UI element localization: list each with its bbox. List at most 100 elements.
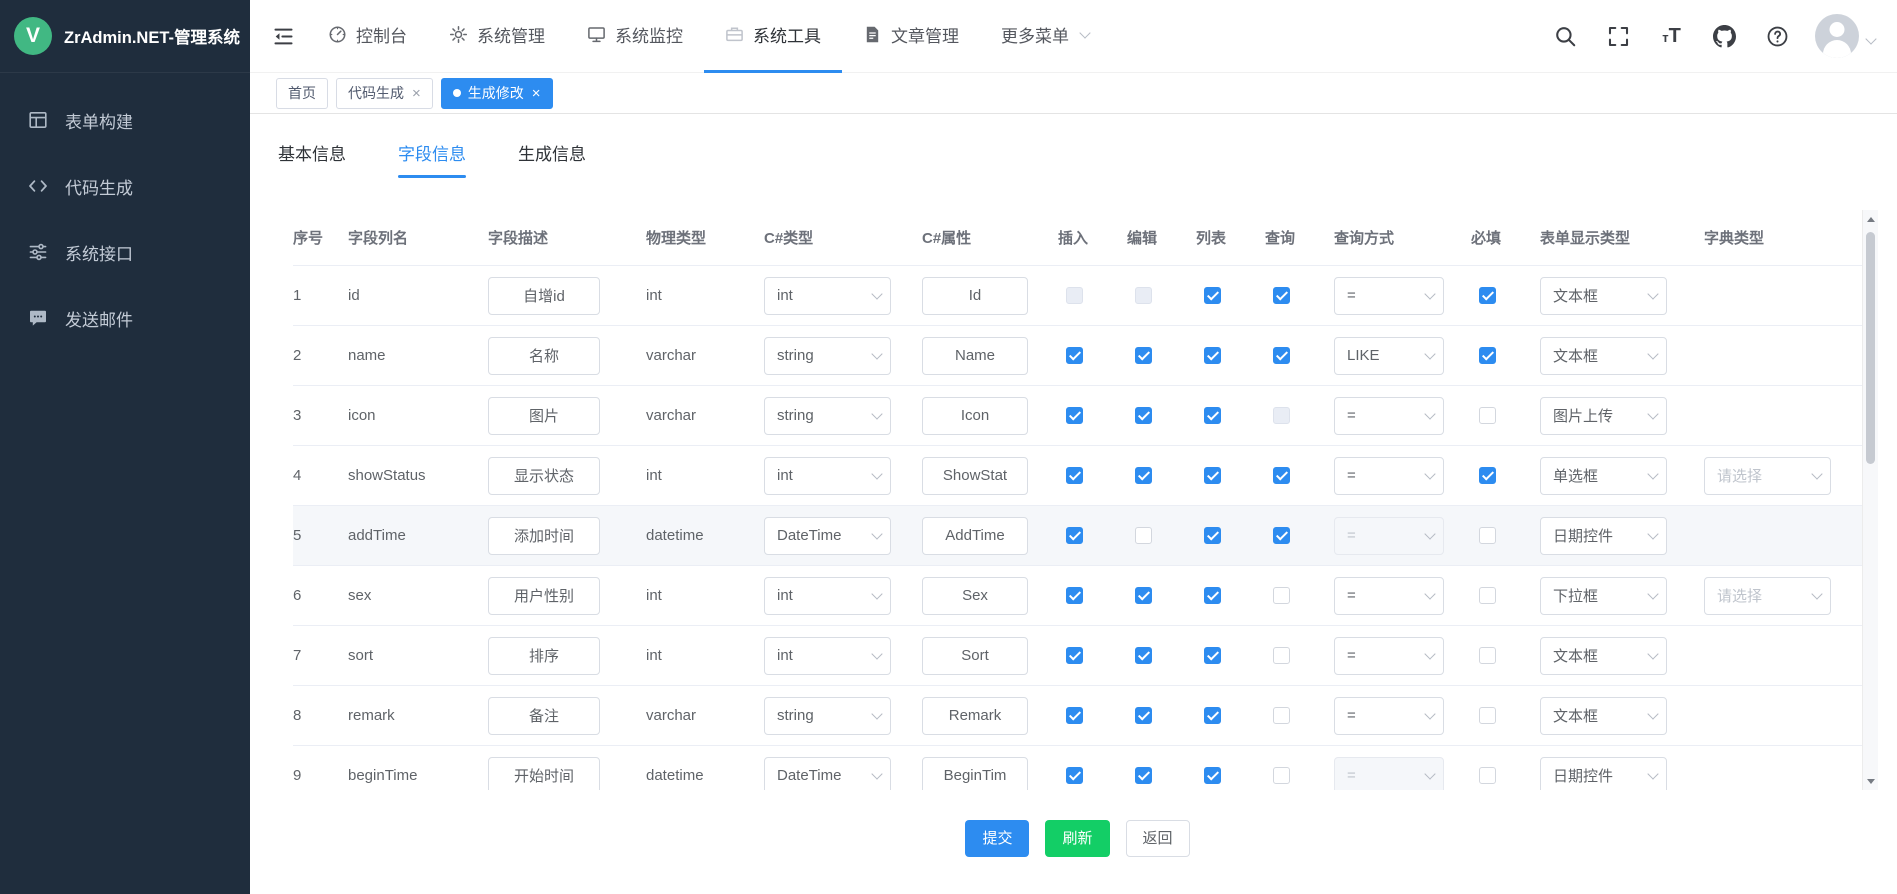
tag-code-gen[interactable]: 代码生成× bbox=[336, 78, 433, 109]
insert-checkbox[interactable] bbox=[1066, 707, 1083, 724]
display-type-select[interactable]: 文本框 bbox=[1540, 337, 1667, 375]
list-checkbox[interactable] bbox=[1204, 467, 1221, 484]
cs-type-select[interactable]: int bbox=[764, 457, 891, 495]
tag-gen-edit[interactable]: 生成修改× bbox=[441, 78, 553, 109]
list-checkbox[interactable] bbox=[1204, 767, 1221, 784]
query-type-select[interactable]: = bbox=[1334, 637, 1444, 675]
query-checkbox[interactable] bbox=[1273, 587, 1290, 604]
collapse-menu-icon[interactable] bbox=[272, 25, 295, 48]
search-icon[interactable] bbox=[1554, 25, 1577, 48]
cs-type-select[interactable]: string bbox=[764, 697, 891, 735]
query-checkbox[interactable] bbox=[1273, 707, 1290, 724]
query-checkbox[interactable] bbox=[1273, 287, 1290, 304]
query-type-select[interactable]: = bbox=[1334, 457, 1444, 495]
edit-checkbox[interactable] bbox=[1135, 647, 1152, 664]
cs-type-select[interactable]: DateTime bbox=[764, 517, 891, 555]
field-desc-input[interactable]: 开始时间 bbox=[488, 757, 600, 791]
cs-property-input[interactable]: Sex bbox=[922, 577, 1028, 615]
cs-property-input[interactable]: Icon bbox=[922, 397, 1028, 435]
list-checkbox[interactable] bbox=[1204, 287, 1221, 304]
list-checkbox[interactable] bbox=[1204, 707, 1221, 724]
required-checkbox[interactable] bbox=[1479, 287, 1496, 304]
required-checkbox[interactable] bbox=[1479, 407, 1496, 424]
refresh-button[interactable]: 刷新 bbox=[1045, 820, 1109, 857]
cs-type-select[interactable]: int bbox=[764, 637, 891, 675]
field-desc-input[interactable]: 添加时间 bbox=[488, 517, 600, 555]
nav-system-monitor[interactable]: 系统监控 bbox=[566, 0, 704, 73]
sidebar-item-code-gen[interactable]: 代码生成 bbox=[0, 153, 250, 219]
display-type-select[interactable]: 下拉框 bbox=[1540, 577, 1667, 615]
edit-checkbox[interactable] bbox=[1135, 527, 1152, 544]
font-size-icon[interactable]: тT bbox=[1660, 25, 1683, 48]
list-checkbox[interactable] bbox=[1204, 587, 1221, 604]
field-desc-input[interactable]: 备注 bbox=[488, 697, 600, 735]
insert-checkbox[interactable] bbox=[1066, 587, 1083, 604]
dict-type-select[interactable]: 请选择 bbox=[1704, 577, 1831, 615]
field-desc-input[interactable]: 排序 bbox=[488, 637, 600, 675]
query-checkbox[interactable] bbox=[1273, 767, 1290, 784]
nav-system-manage[interactable]: 系统管理 bbox=[428, 0, 566, 73]
insert-checkbox[interactable] bbox=[1066, 347, 1083, 364]
display-type-select[interactable]: 文本框 bbox=[1540, 697, 1667, 735]
sidebar-item-system-api[interactable]: 系统接口 bbox=[0, 219, 250, 285]
display-type-select[interactable]: 日期控件 bbox=[1540, 757, 1667, 791]
scroll-up-icon[interactable] bbox=[1863, 211, 1878, 227]
list-checkbox[interactable] bbox=[1204, 407, 1221, 424]
edit-checkbox[interactable] bbox=[1135, 587, 1152, 604]
field-desc-input[interactable]: 名称 bbox=[488, 337, 600, 375]
edit-checkbox[interactable] bbox=[1135, 467, 1152, 484]
display-type-select[interactable]: 图片上传 bbox=[1540, 397, 1667, 435]
required-checkbox[interactable] bbox=[1479, 767, 1496, 784]
display-type-select[interactable]: 日期控件 bbox=[1540, 517, 1667, 555]
query-checkbox[interactable] bbox=[1273, 647, 1290, 664]
required-checkbox[interactable] bbox=[1479, 707, 1496, 724]
query-type-select[interactable]: = bbox=[1334, 397, 1444, 435]
close-icon[interactable]: × bbox=[412, 86, 421, 101]
close-icon[interactable]: × bbox=[532, 86, 541, 101]
tag-home[interactable]: 首页 bbox=[276, 78, 328, 109]
insert-checkbox[interactable] bbox=[1066, 527, 1083, 544]
github-icon[interactable] bbox=[1713, 25, 1736, 48]
nav-more-menu[interactable]: 更多菜单 bbox=[980, 0, 1110, 73]
required-checkbox[interactable] bbox=[1479, 467, 1496, 484]
query-type-select[interactable]: LIKE bbox=[1334, 337, 1444, 375]
field-desc-input[interactable]: 用户性别 bbox=[488, 577, 600, 615]
cs-property-input[interactable]: ShowStat bbox=[922, 457, 1028, 495]
scroll-down-icon[interactable] bbox=[1863, 773, 1878, 789]
cs-type-select[interactable]: string bbox=[764, 397, 891, 435]
cs-type-select[interactable]: int bbox=[764, 577, 891, 615]
scrollbar-thumb[interactable] bbox=[1866, 232, 1875, 464]
cs-property-input[interactable]: Sort bbox=[922, 637, 1028, 675]
tab-basic-info[interactable]: 基本信息 bbox=[278, 140, 346, 178]
nav-system-tools[interactable]: 系统工具 bbox=[704, 0, 842, 73]
submit-button[interactable]: 提交 bbox=[965, 820, 1029, 857]
display-type-select[interactable]: 单选框 bbox=[1540, 457, 1667, 495]
insert-checkbox[interactable] bbox=[1066, 467, 1083, 484]
cs-property-input[interactable]: BeginTim bbox=[922, 757, 1028, 791]
edit-checkbox[interactable] bbox=[1135, 767, 1152, 784]
cs-type-select[interactable]: int bbox=[764, 277, 891, 315]
cs-property-input[interactable]: AddTime bbox=[922, 517, 1028, 555]
help-icon[interactable] bbox=[1766, 25, 1789, 48]
sidebar-item-form-build[interactable]: 表单构建 bbox=[0, 87, 250, 153]
insert-checkbox[interactable] bbox=[1066, 647, 1083, 664]
query-checkbox[interactable] bbox=[1273, 527, 1290, 544]
app-logo[interactable]: V ZrAdmin.NET-管理系统 bbox=[0, 0, 250, 73]
nav-article-manage[interactable]: 文章管理 bbox=[842, 0, 980, 73]
insert-checkbox[interactable] bbox=[1066, 767, 1083, 784]
field-desc-input[interactable]: 图片 bbox=[488, 397, 600, 435]
insert-checkbox[interactable] bbox=[1066, 407, 1083, 424]
query-type-select[interactable]: = bbox=[1334, 577, 1444, 615]
cs-property-input[interactable]: Name bbox=[922, 337, 1028, 375]
edit-checkbox[interactable] bbox=[1135, 407, 1152, 424]
dict-type-select[interactable]: 请选择 bbox=[1704, 457, 1831, 495]
cs-type-select[interactable]: DateTime bbox=[764, 757, 891, 791]
cs-type-select[interactable]: string bbox=[764, 337, 891, 375]
edit-checkbox[interactable] bbox=[1135, 707, 1152, 724]
edit-checkbox[interactable] bbox=[1135, 347, 1152, 364]
list-checkbox[interactable] bbox=[1204, 347, 1221, 364]
cs-property-input[interactable]: Remark bbox=[922, 697, 1028, 735]
required-checkbox[interactable] bbox=[1479, 587, 1496, 604]
user-menu[interactable] bbox=[1815, 14, 1875, 58]
field-desc-input[interactable]: 显示状态 bbox=[488, 457, 600, 495]
